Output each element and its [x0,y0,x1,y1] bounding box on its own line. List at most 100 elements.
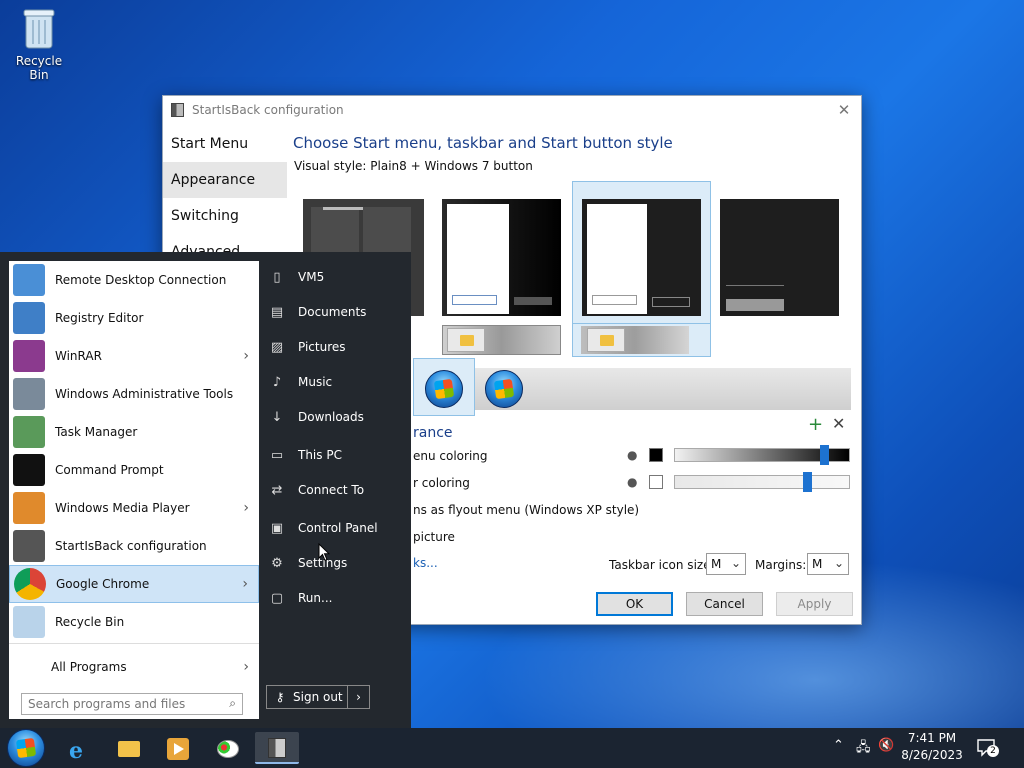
place-label: This PC [298,448,342,462]
style-thumbnail-3[interactable] [582,199,701,316]
place-item[interactable]: ↓ Downloads [268,402,364,432]
ok-button[interactable]: OK [596,592,673,616]
place-label: VM5 [298,270,325,284]
place-item[interactable]: ▨ Pictures [268,332,346,362]
taskbar-preview-2[interactable] [572,323,711,357]
taskbar-opacity-slider[interactable] [674,472,850,492]
chevron-right-icon[interactable]: › [243,348,249,364]
search-input[interactable]: Search programs and files ⌕ [21,693,243,715]
nav-switching[interactable]: Switching [163,198,287,234]
program-label: Remote Desktop Connection [55,273,227,287]
place-item[interactable]: ⚙ Settings [268,548,347,578]
appearance-heading: rance [413,425,453,441]
winrar-icon [13,340,45,372]
paint-icon[interactable] [211,732,245,764]
color-picker-icon[interactable]: ● [627,475,637,489]
chevron-right-icon[interactable]: › [242,576,248,592]
place-item[interactable]: ▤ Documents [268,297,367,327]
registry-editor-icon [13,302,45,334]
notification-center-icon[interactable]: 2 [975,736,999,760]
page-heading: Choose Start menu, taskbar and Start but… [293,134,673,152]
internet-explorer-icon[interactable]: e [62,732,96,764]
cancel-button[interactable]: Cancel [686,592,763,616]
app-icon [171,103,184,117]
program-item[interactable]: Registry Editor [9,299,259,337]
chevron-right-icon[interactable]: › [243,500,249,516]
nav-appearance[interactable]: Appearance [163,162,287,198]
folder-icon [587,328,625,352]
menu-color-swatch[interactable] [649,448,663,462]
programs-panel: Remote Desktop Connection Registry Editor… [9,261,259,719]
file-explorer-icon[interactable] [112,732,146,764]
style-thumbnail-2[interactable] [442,199,561,316]
program-item[interactable]: Remote Desktop Connection [9,261,259,299]
apply-button[interactable]: Apply [776,592,853,616]
place-item[interactable]: ▯ VM5 [268,262,324,292]
program-item[interactable]: StartIsBack configuration [9,527,259,565]
menu-opacity-slider[interactable] [674,445,850,465]
start-orb-option-2[interactable] [485,370,523,408]
slider-thumb[interactable] [802,472,812,492]
program-label: Registry Editor [55,311,144,325]
taskbar-coloring-checkbox-label[interactable]: r coloring [413,476,470,490]
program-item[interactable]: Windows Administrative Tools [9,375,259,413]
style-thumbnail-4[interactable] [720,199,839,316]
taskbar-color-swatch[interactable] [649,475,663,489]
sign-out-label: Sign out [293,690,343,704]
more-link[interactable]: ks... [413,556,438,570]
window-title: StartIsBack configuration [192,103,344,117]
program-item[interactable]: Command Prompt [9,451,259,489]
close-icon[interactable]: ✕ [832,414,845,433]
program-item[interactable]: Recycle Bin [9,603,259,641]
windows-orb-icon [7,729,45,767]
place-item[interactable]: ♪ Music [268,367,332,397]
window-titlebar[interactable]: StartIsBack configuration [163,96,861,124]
place-label: Control Panel [298,521,378,535]
nav-start-menu[interactable]: Start Menu [163,126,287,162]
start-button-strip [413,368,851,410]
remote-desktop-icon [13,264,45,296]
notification-count-badge: 2 [987,745,999,757]
clock-time: 7:41 PM [907,731,957,745]
search-placeholder: Search programs and files [28,697,186,711]
close-icon[interactable]: ✕ [835,101,853,119]
program-item[interactable]: Task Manager [9,413,259,451]
shutdown-options-chevron-icon[interactable]: › [347,686,369,708]
color-picker-icon[interactable]: ● [627,448,637,462]
all-programs-button[interactable]: All Programs › [9,651,259,683]
taskbar-icon-size-select[interactable]: M ⌄ [706,553,746,575]
program-item[interactable]: Windows Media Player › [9,489,259,527]
program-item[interactable]: WinRAR › [9,337,259,375]
slider-thumb[interactable] [819,445,829,465]
divider [9,643,259,644]
taskbar-preview-1[interactable] [442,325,561,355]
desktop-icon-label: Recycle Bin [15,54,63,82]
picture-checkbox-label[interactable]: picture [413,530,455,544]
sign-out-button[interactable]: ⚷ Sign out › [266,685,370,709]
menu-coloring-checkbox-label[interactable]: enu coloring [413,449,488,463]
network-icon[interactable]: 🖧 [856,738,871,760]
gear-icon: ⚙ [271,555,283,571]
startisback-icon [13,530,45,562]
chevron-down-icon: ⌄ [730,556,741,570]
place-item[interactable]: ▣ Control Panel [268,513,378,543]
clock[interactable]: 7:41 PM 8/26/2023 [900,730,964,764]
plus-icon[interactable]: + [808,414,823,435]
place-label: Connect To [298,483,365,497]
media-player-icon[interactable] [161,732,195,764]
show-hidden-icons-chevron-icon[interactable]: ⌃ [833,738,844,753]
start-button[interactable] [6,729,46,767]
place-item[interactable]: ⇄ Connect To [268,475,365,505]
program-item[interactable]: Google Chrome › [9,565,259,603]
this-pc-icon: ▭ [270,447,284,463]
flyout-menu-checkbox-label[interactable]: ns as flyout menu (Windows XP style) [413,503,639,517]
start-orb-option-1[interactable] [425,370,463,408]
search-icon: ⌕ [229,696,236,710]
place-item[interactable]: ▢ Run... [268,583,333,613]
startisback-taskbar-button[interactable] [255,732,299,764]
place-item[interactable]: ▭ This PC [268,440,342,470]
volume-muted-icon[interactable]: 🔇 [878,738,894,753]
program-label: StartIsBack configuration [55,539,207,553]
margins-select[interactable]: M ⌄ [807,553,849,575]
desktop-recycle-bin[interactable]: Recycle Bin [6,6,72,82]
